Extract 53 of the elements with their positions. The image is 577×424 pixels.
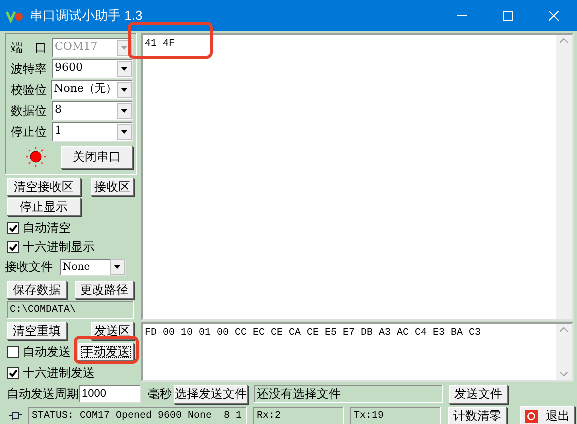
close-port-button[interactable]: 关闭串口 (61, 146, 133, 168)
receive-area-button[interactable]: 接收区 (91, 178, 134, 196)
file-status-field: 还没有选择文件 (254, 385, 443, 403)
setting-value: 9600 (55, 60, 83, 76)
period-label: 自动发送周期 (7, 386, 79, 403)
setting-value: 8 (55, 102, 62, 118)
app-logo-icon (6, 8, 24, 22)
tx-counter: Tx:19 (350, 407, 441, 424)
checkbox-label: 十六进制显示 (23, 239, 95, 256)
checkbox[interactable] (7, 241, 19, 253)
setting-select[interactable]: None（无） (51, 80, 133, 100)
setting-label: 波特率 (11, 60, 48, 78)
send-area[interactable]: FD 00 10 01 00 CC EC CE CA CE E5 E7 DB A3 AC C4 E3 BA C3 (141, 322, 574, 382)
period-input[interactable]: 1000 (79, 385, 141, 403)
setting-select[interactable]: 9600 (52, 58, 133, 78)
stop-display-button[interactable]: 停止显示 (7, 198, 81, 216)
pin-icon (9, 411, 22, 421)
receive-area[interactable]: 41 4F (141, 33, 574, 321)
clear-refill-button[interactable]: 清空重填 (7, 322, 67, 340)
scrollbar[interactable] (556, 35, 572, 319)
setting-value: 1 (55, 123, 62, 140)
checkbox[interactable] (7, 346, 19, 358)
choose-send-file-button[interactable]: 选择发送文件 (174, 384, 248, 404)
window-title: 串口调试小助手 1.3 (30, 6, 144, 25)
path-field: C:\COMDATA\ (7, 301, 134, 319)
setting-select[interactable]: 1 (52, 122, 133, 142)
select-value: None (63, 260, 90, 274)
setting-value: None（无） (54, 81, 117, 98)
clear-receive-button[interactable]: 清空接收区 (7, 178, 81, 196)
receive-file-label: 接收文件 (5, 259, 54, 276)
setting-label: 端 口 (11, 40, 48, 56)
setting-select[interactable]: 8 (52, 100, 133, 120)
power-icon (525, 410, 538, 422)
send-file-button[interactable]: 发送文件 (449, 384, 508, 404)
checkbox[interactable] (7, 222, 19, 234)
change-path-button[interactable]: 更改路径 (75, 280, 134, 298)
send-text: FD 00 10 01 00 CC EC CE CA CE E5 E7 DB A3 AC C4 E3 BA C3 (144, 327, 482, 341)
received-text: 41 4F (144, 38, 176, 52)
setting-label: 校验位 (11, 82, 48, 98)
checkbox-label: 十六进制发送 (23, 365, 95, 382)
reset-count-button[interactable]: 计数清零 (448, 406, 507, 424)
setting-value: COM17 (55, 39, 98, 56)
rx-counter: Rx:2 (253, 407, 344, 424)
receive-file-select[interactable]: None (60, 258, 126, 276)
setting-label: 停止位 (11, 124, 48, 140)
exit-button[interactable]: 退出 (520, 406, 575, 424)
save-data-button[interactable]: 保存数据 (7, 280, 67, 298)
checkbox-label: 自动清空 (23, 220, 71, 237)
setting-label: 数据位 (11, 102, 48, 120)
checkbox-label: 自动发送 (23, 344, 71, 361)
checkbox[interactable] (7, 367, 19, 379)
status-field: STATUS: COM17 Opened 9600 None 8 1 (28, 407, 247, 424)
unit-label: 毫秒 (148, 386, 173, 403)
